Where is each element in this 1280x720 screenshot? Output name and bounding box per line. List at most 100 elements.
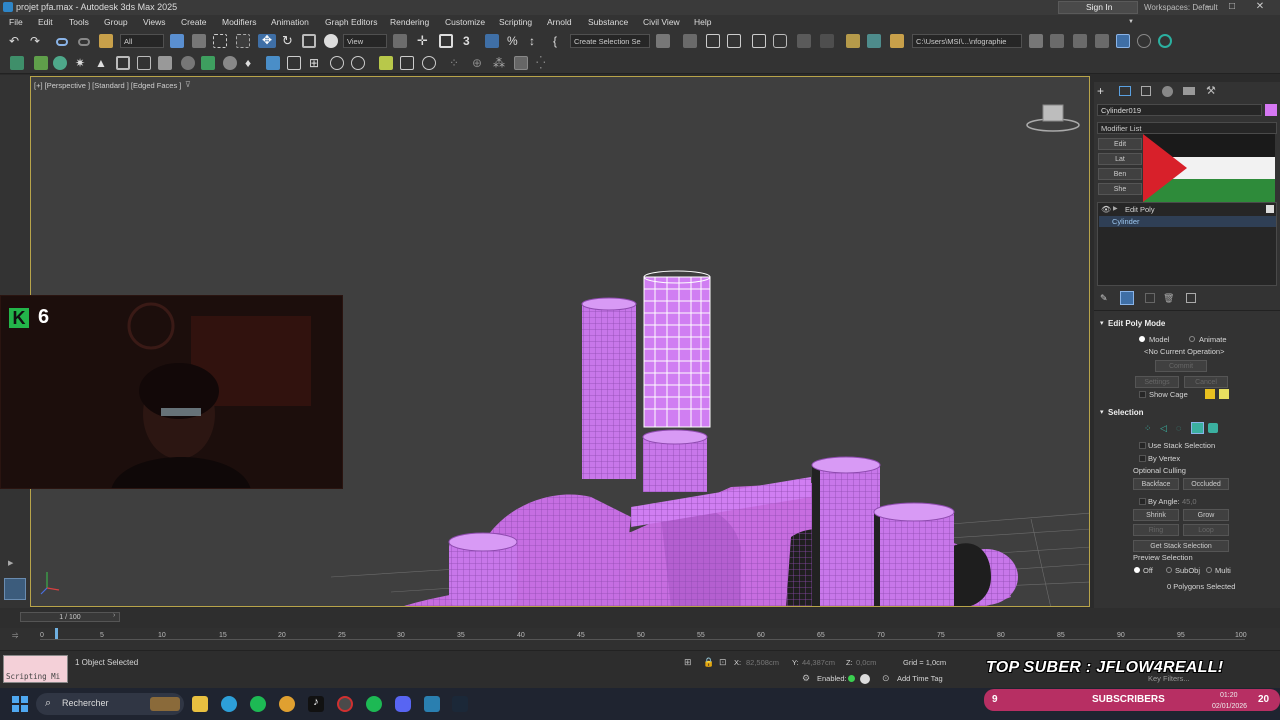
quick-modifier-bend-button[interactable]: Ben xyxy=(1098,168,1142,180)
windows-start-icon[interactable] xyxy=(12,696,28,712)
display-tab-icon[interactable] xyxy=(1183,87,1195,95)
select-by-name-icon[interactable] xyxy=(192,34,206,48)
grow-button[interactable]: Grow xyxy=(1183,509,1229,521)
ring-button[interactable]: Ring xyxy=(1133,524,1179,536)
reactor-icon[interactable] xyxy=(181,56,195,70)
play-small-icon[interactable]: ▶ xyxy=(8,559,13,567)
scene-explorer-icon[interactable] xyxy=(706,34,720,48)
spotify-icon[interactable] xyxy=(250,696,266,712)
open-icon[interactable] xyxy=(1050,34,1064,48)
spotify-secondary-icon[interactable] xyxy=(366,696,382,712)
redo-icon[interactable]: ↷ xyxy=(30,34,44,48)
layout-toggle-icon[interactable] xyxy=(1116,34,1130,48)
maximize-button[interactable]: □ xyxy=(1224,1,1240,14)
eye-icon[interactable]: 👁 xyxy=(1101,205,1111,214)
edge-browser-icon[interactable] xyxy=(221,696,237,712)
shrink-button[interactable]: Shrink xyxy=(1133,509,1179,521)
edge-icon[interactable]: ◁ xyxy=(1160,423,1167,434)
menu-edit[interactable]: Edit xyxy=(38,17,53,27)
viewcube-icon[interactable] xyxy=(1026,104,1080,132)
preview-multi-radio[interactable] xyxy=(1206,567,1212,573)
stack-item-edit-poly[interactable]: Edit Poly xyxy=(1125,205,1155,214)
commit-button[interactable]: Commit xyxy=(1155,360,1207,372)
show-cage-checkbox[interactable] xyxy=(1139,391,1146,398)
hierarchy-tab-icon[interactable] xyxy=(1141,86,1151,96)
time-tag-toggle[interactable] xyxy=(860,674,870,684)
project-folder-icon[interactable] xyxy=(1029,34,1043,48)
collapse-icon[interactable]: ▾ xyxy=(1100,408,1104,416)
snaps-toggle-icon[interactable]: 3 xyxy=(463,34,477,48)
add-time-tag-button[interactable]: Add Time Tag xyxy=(897,674,943,683)
3ds-max-taskbar-icon[interactable] xyxy=(424,696,440,712)
isolate-icon[interactable]: ⊞ xyxy=(684,657,692,668)
settings-button[interactable]: Settings xyxy=(1135,376,1179,388)
enabled-indicator[interactable] xyxy=(848,675,855,682)
expand-icon[interactable] xyxy=(514,56,528,70)
motion-tab-icon[interactable] xyxy=(1162,86,1173,97)
menu-create[interactable]: Create xyxy=(181,17,207,27)
reference-coordinate-dropdown[interactable]: View xyxy=(343,34,387,48)
ribbon-toggle-icon[interactable] xyxy=(752,34,766,48)
target-icon[interactable]: ⊕ xyxy=(472,56,486,70)
by-angle-checkbox[interactable] xyxy=(1139,498,1146,505)
layer-add-icon[interactable] xyxy=(34,56,48,70)
unlink-icon[interactable] xyxy=(78,38,90,46)
rectangular-selection-icon[interactable] xyxy=(213,34,227,48)
pin-stack-icon[interactable]: ✎ xyxy=(1100,293,1108,304)
schematic-view-icon[interactable] xyxy=(797,34,811,48)
object-name-field[interactable]: Cylinder019 xyxy=(1097,104,1262,116)
remove-modifier-icon[interactable]: 🗑 xyxy=(1163,293,1174,304)
bind-spacewarp-icon[interactable] xyxy=(99,34,113,48)
menu-arnold[interactable]: Arnold xyxy=(547,17,572,27)
select-and-manipulate-icon[interactable]: ✛ xyxy=(417,34,431,48)
modifier-stack[interactable]: 👁 ▶ Edit Poly Cylinder xyxy=(1097,202,1277,286)
light-icon[interactable] xyxy=(53,56,67,70)
network-icon[interactable]: ⁛ xyxy=(536,56,550,70)
menu-graph-editors[interactable]: Graph Editors xyxy=(325,17,377,27)
curve-editor-icon[interactable] xyxy=(773,34,787,48)
angle-snap-icon[interactable] xyxy=(485,34,499,48)
spinner-snap-icon[interactable]: ↕ xyxy=(529,34,543,48)
menu-file[interactable]: File xyxy=(9,17,23,27)
quick-modifier-lattice-button[interactable]: Lat xyxy=(1098,153,1142,165)
percent-snap-icon[interactable]: % xyxy=(507,34,521,48)
modifier-list-dropdown[interactable]: Modifier List xyxy=(1097,122,1277,134)
cylinder-middle[interactable] xyxy=(642,429,708,492)
model-radio[interactable] xyxy=(1139,336,1145,342)
filter-icon[interactable]: ⊽ xyxy=(185,80,191,89)
snaps-settings-icon[interactable] xyxy=(10,56,24,70)
camera-icon[interactable] xyxy=(116,56,130,70)
lamp-icon[interactable]: ♦ xyxy=(245,56,259,70)
tiktok-icon[interactable]: ♪ xyxy=(308,696,324,712)
close-button[interactable]: ✕ xyxy=(1252,1,1268,14)
menu-modifiers[interactable]: Modifiers xyxy=(222,17,256,27)
menu-animation[interactable]: Animation xyxy=(271,17,309,27)
border-icon[interactable]: ◌ xyxy=(1176,423,1181,433)
info-icon[interactable] xyxy=(422,56,436,70)
obs-icon[interactable] xyxy=(337,696,353,712)
track-bar[interactable]: ⥤ 0 5 10 15 20 25 30 35 40 45 50 55 60 6… xyxy=(0,628,1280,650)
use-stack-checkbox[interactable] xyxy=(1139,442,1146,449)
rotate-icon[interactable]: ↻ xyxy=(282,34,296,48)
light-lister-icon[interactable] xyxy=(223,56,237,70)
create-tab-icon[interactable]: + xyxy=(1097,84,1104,98)
time-tag-icon[interactable]: ⊙ xyxy=(882,673,890,684)
file-explorer-icon[interactable] xyxy=(192,696,208,712)
notes-icon[interactable] xyxy=(137,56,151,70)
material-editor-icon[interactable] xyxy=(820,34,834,48)
menu-substance[interactable]: Substance xyxy=(588,17,628,27)
pivot-center-icon[interactable] xyxy=(393,34,407,48)
selected-cylinder[interactable] xyxy=(643,270,711,428)
discord-icon[interactable] xyxy=(395,696,411,712)
menu-help[interactable]: Help xyxy=(694,17,711,27)
scale-icon[interactable] xyxy=(302,34,316,48)
next-frame-icon[interactable]: › xyxy=(113,612,115,619)
angle-spinner[interactable]: 45,0 xyxy=(1182,497,1197,506)
window-crossing-icon[interactable] xyxy=(236,34,250,48)
cylinder-right-back[interactable] xyxy=(873,502,955,607)
time-slider[interactable]: 1 / 100 xyxy=(20,612,120,622)
sync-icon[interactable] xyxy=(1137,34,1151,48)
occluded-button[interactable]: Occluded xyxy=(1183,478,1229,490)
grid-icon[interactable]: ⊞ xyxy=(309,56,323,70)
menu-customize[interactable]: Customize xyxy=(445,17,485,27)
